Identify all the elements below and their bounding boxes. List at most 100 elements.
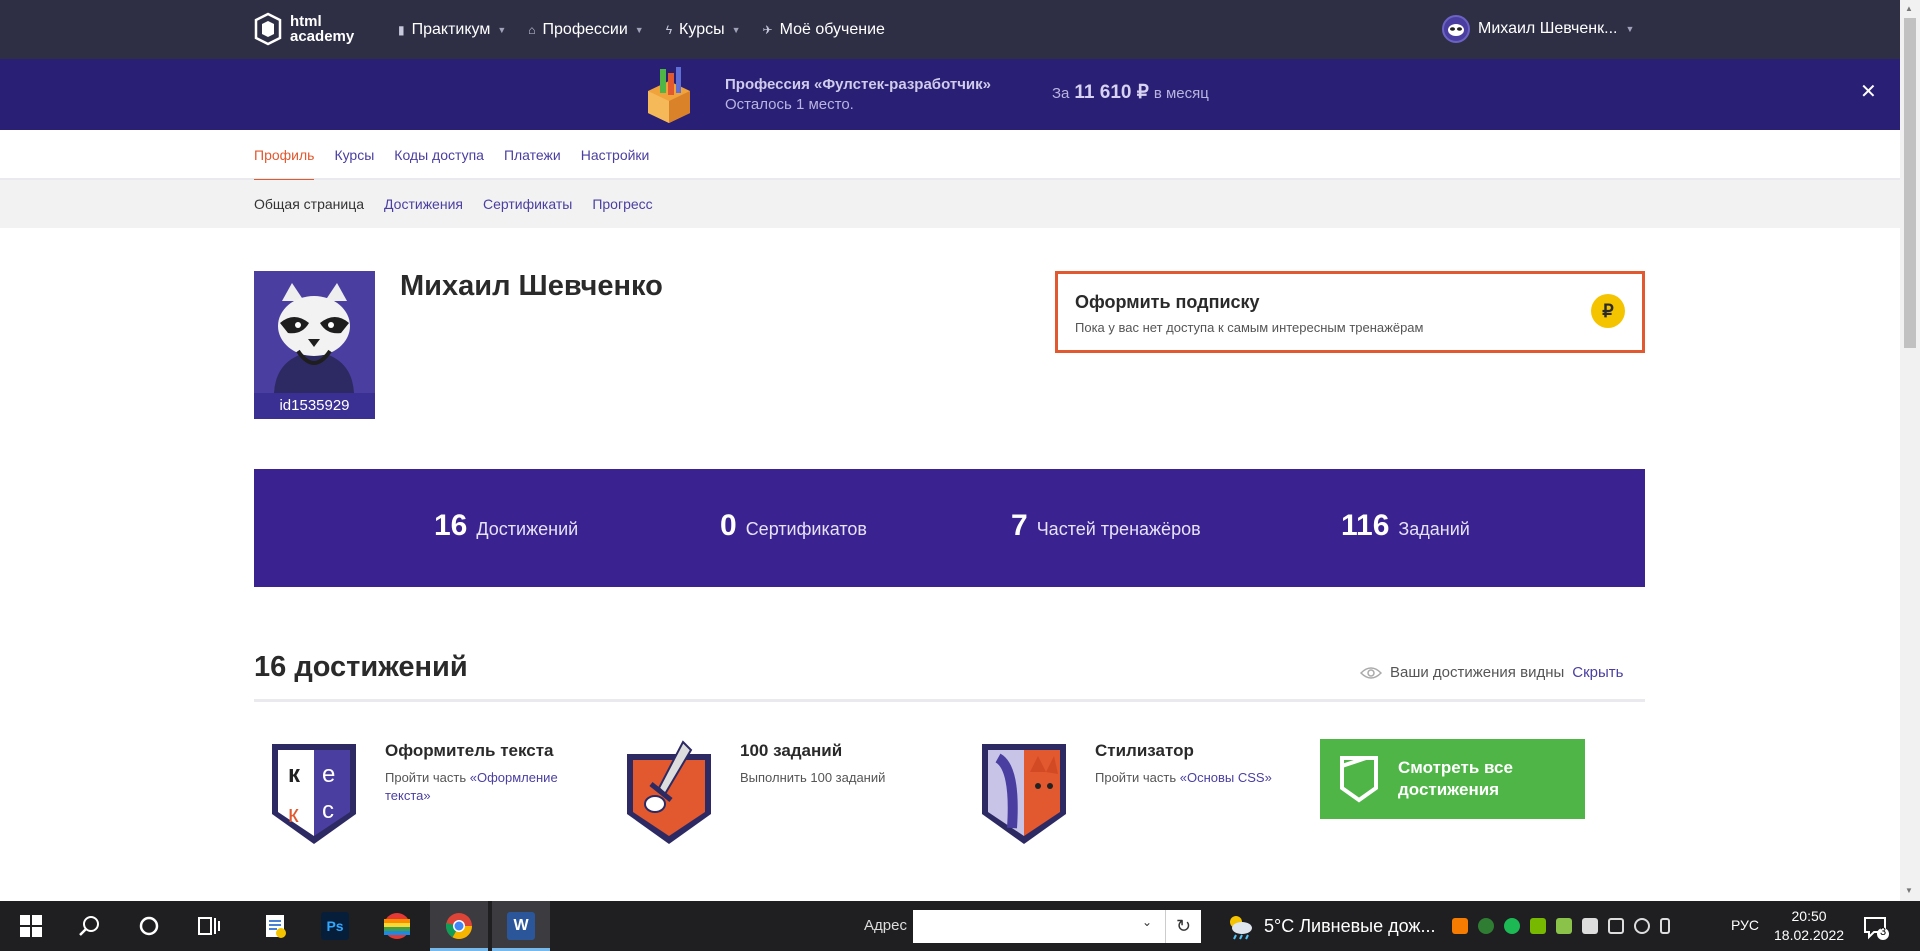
stat-value: 116 [1341,509,1390,542]
shield-outline-icon [1340,756,1378,803]
rocket-icon: ✈ [762,22,773,37]
promo-subtitle: Осталось 1 место. [725,96,854,113]
top-header: html academy ▮ Практикум ▼ ⌂ Профессии ▼… [0,0,1900,59]
notification-count: 3 [1879,926,1887,938]
hide-link[interactable]: Скрыть [1572,664,1623,681]
nav-my-learning[interactable]: ✈ Моё обучение [763,21,885,39]
clock-date: 18.02.2022 [1774,927,1845,943]
scroll-thumb[interactable] [1904,18,1916,348]
tab-payments[interactable]: Платежи [504,130,561,180]
nav-courses[interactable]: ϟ Курсы ▼ [666,21,741,39]
scroll-down-icon[interactable]: ▼ [1905,886,1913,895]
tab-profile[interactable]: Профиль [254,130,315,182]
nav-praktikum[interactable]: ▮ Практикум ▼ [398,21,506,39]
taskbar-app-notepad[interactable] [246,901,304,951]
profile-name: Михаил Шевченко [400,270,663,302]
cap-icon: ⌂ [528,22,536,37]
tray-volume-icon[interactable] [1634,918,1650,934]
subtab-achievements[interactable]: Достижения [384,196,463,212]
address-input[interactable] [913,910,1165,943]
start-button[interactable] [2,901,60,951]
taskbar-app-photoshop[interactable]: Ps [306,901,364,951]
search-button[interactable] [60,901,118,951]
notifications-button[interactable]: 3 [1862,913,1890,941]
tray-network-icon[interactable] [1556,918,1572,934]
main-nav: ▮ Практикум ▼ ⌂ Профессии ▼ ϟ Курсы ▼ ✈ … [398,0,885,59]
promo-banner[interactable]: Профессия «Фулстек-разработчик» Осталось… [0,59,1900,130]
tray-spotify-icon[interactable] [1504,918,1520,934]
raccoon-icon [1448,24,1464,36]
see-all-achievements-button[interactable]: Смотреть все достижения [1320,739,1585,819]
stat-value: 7 [1011,509,1028,542]
achievement-name: Оформитель текста [385,741,554,760]
subtab-overview[interactable]: Общая страница [254,196,364,212]
htmlacademy-logo[interactable]: html academy [254,12,354,46]
user-avatar [1442,15,1470,43]
price-value: 11 610 ₽ [1074,82,1149,103]
taskbar-app-rainbow[interactable] [368,901,426,951]
profile-subtabs: Общая страница Достижения Сертификаты Пр… [0,180,1900,228]
task-view-icon [198,917,220,935]
achievements-visibility: Ваши достижения видны Скрыть [1360,664,1623,681]
subtab-certificates[interactable]: Сертификаты [483,196,572,212]
tray-shield-icon[interactable] [1582,918,1598,934]
clock-time: 20:50 [1791,908,1827,924]
visibility-text: Ваши достижения видны [1390,664,1565,681]
chevron-down-icon[interactable]: ⌄ [1142,915,1152,929]
sword-badge-icon[interactable] [621,738,717,848]
chevron-down-icon: ▼ [731,24,741,35]
svg-text:е: е [322,761,335,788]
chevron-down-icon: ▼ [1625,24,1635,34]
clock[interactable]: 20:50 18.02.2022 [1774,907,1844,945]
svg-text:к: к [288,761,301,788]
kex-badge-icon[interactable]: к е к с [266,738,362,848]
search-icon [79,916,99,936]
price-suffix: в месяц [1153,85,1209,102]
task-view-button[interactable] [180,901,238,951]
tray-usb-icon[interactable] [1660,918,1670,934]
taskbar-app-chrome[interactable] [430,901,488,951]
course-link[interactable]: «Основы CSS» [1180,770,1272,785]
stat-certificates: 0 Сертификатов [720,509,867,543]
user-menu[interactable]: Михаил Шевченк... ▼ [1442,15,1634,43]
promo-title: Профессия «Фулстек-разработчик» [725,76,991,93]
tray-green-icon[interactable] [1478,918,1494,934]
tray-orange-icon[interactable] [1452,918,1468,934]
cortana-button[interactable] [120,901,178,951]
user-id-label: id1535929 [254,393,375,419]
logo-text-2: academy [290,28,355,45]
stats-panel: 16 Достижений 0 Сертификатов 7 Частей тр… [254,469,1645,587]
stat-value: 16 [434,509,468,542]
scroll-up-icon[interactable]: ▲ [1905,4,1913,13]
taskbar-app-word[interactable]: W [492,901,550,951]
svg-text:к: к [288,801,299,828]
subscribe-card[interactable]: Оформить подписку Пока у вас нет доступа… [1055,271,1645,353]
tab-access-codes[interactable]: Коды доступа [394,130,484,180]
stat-achievements: 16 Достижений [434,509,578,543]
cat-badge-icon[interactable] [976,738,1072,848]
tray-nvidia-icon[interactable] [1530,918,1546,934]
rainbow-app-icon [384,913,410,939]
tray-monitor-icon[interactable] [1608,918,1624,934]
achievements-title: 16 достижений [254,651,468,683]
ruble-icon: ₽ [1591,294,1625,328]
user-name: Михаил Шевченк... [1478,20,1618,37]
refresh-icon[interactable]: ↻ [1165,910,1201,943]
notepad-icon [266,915,286,938]
page-scrollbar[interactable]: ▲ ▼ [1900,0,1920,901]
nav-professions[interactable]: ⌂ Профессии ▼ [528,21,643,39]
desc-text: Выполнить 100 заданий [740,770,886,785]
weather-widget[interactable]: 5°C Ливневые дож... [1226,901,1435,951]
tab-settings[interactable]: Настройки [581,130,650,180]
tab-courses[interactable]: Курсы [334,130,374,180]
chevron-down-icon: ▼ [497,24,507,35]
profile-avatar[interactable]: id1535929 [254,271,375,419]
language-indicator[interactable]: РУС [1731,917,1759,933]
stat-value: 0 [720,509,737,542]
desc-text: Пройти часть [1095,770,1180,785]
box-illustration-icon [648,67,690,123]
windows-icon [20,915,42,937]
close-icon[interactable]: ✕ [1860,79,1877,104]
subtab-progress[interactable]: Прогресс [592,196,652,212]
word-icon: W [507,912,535,940]
